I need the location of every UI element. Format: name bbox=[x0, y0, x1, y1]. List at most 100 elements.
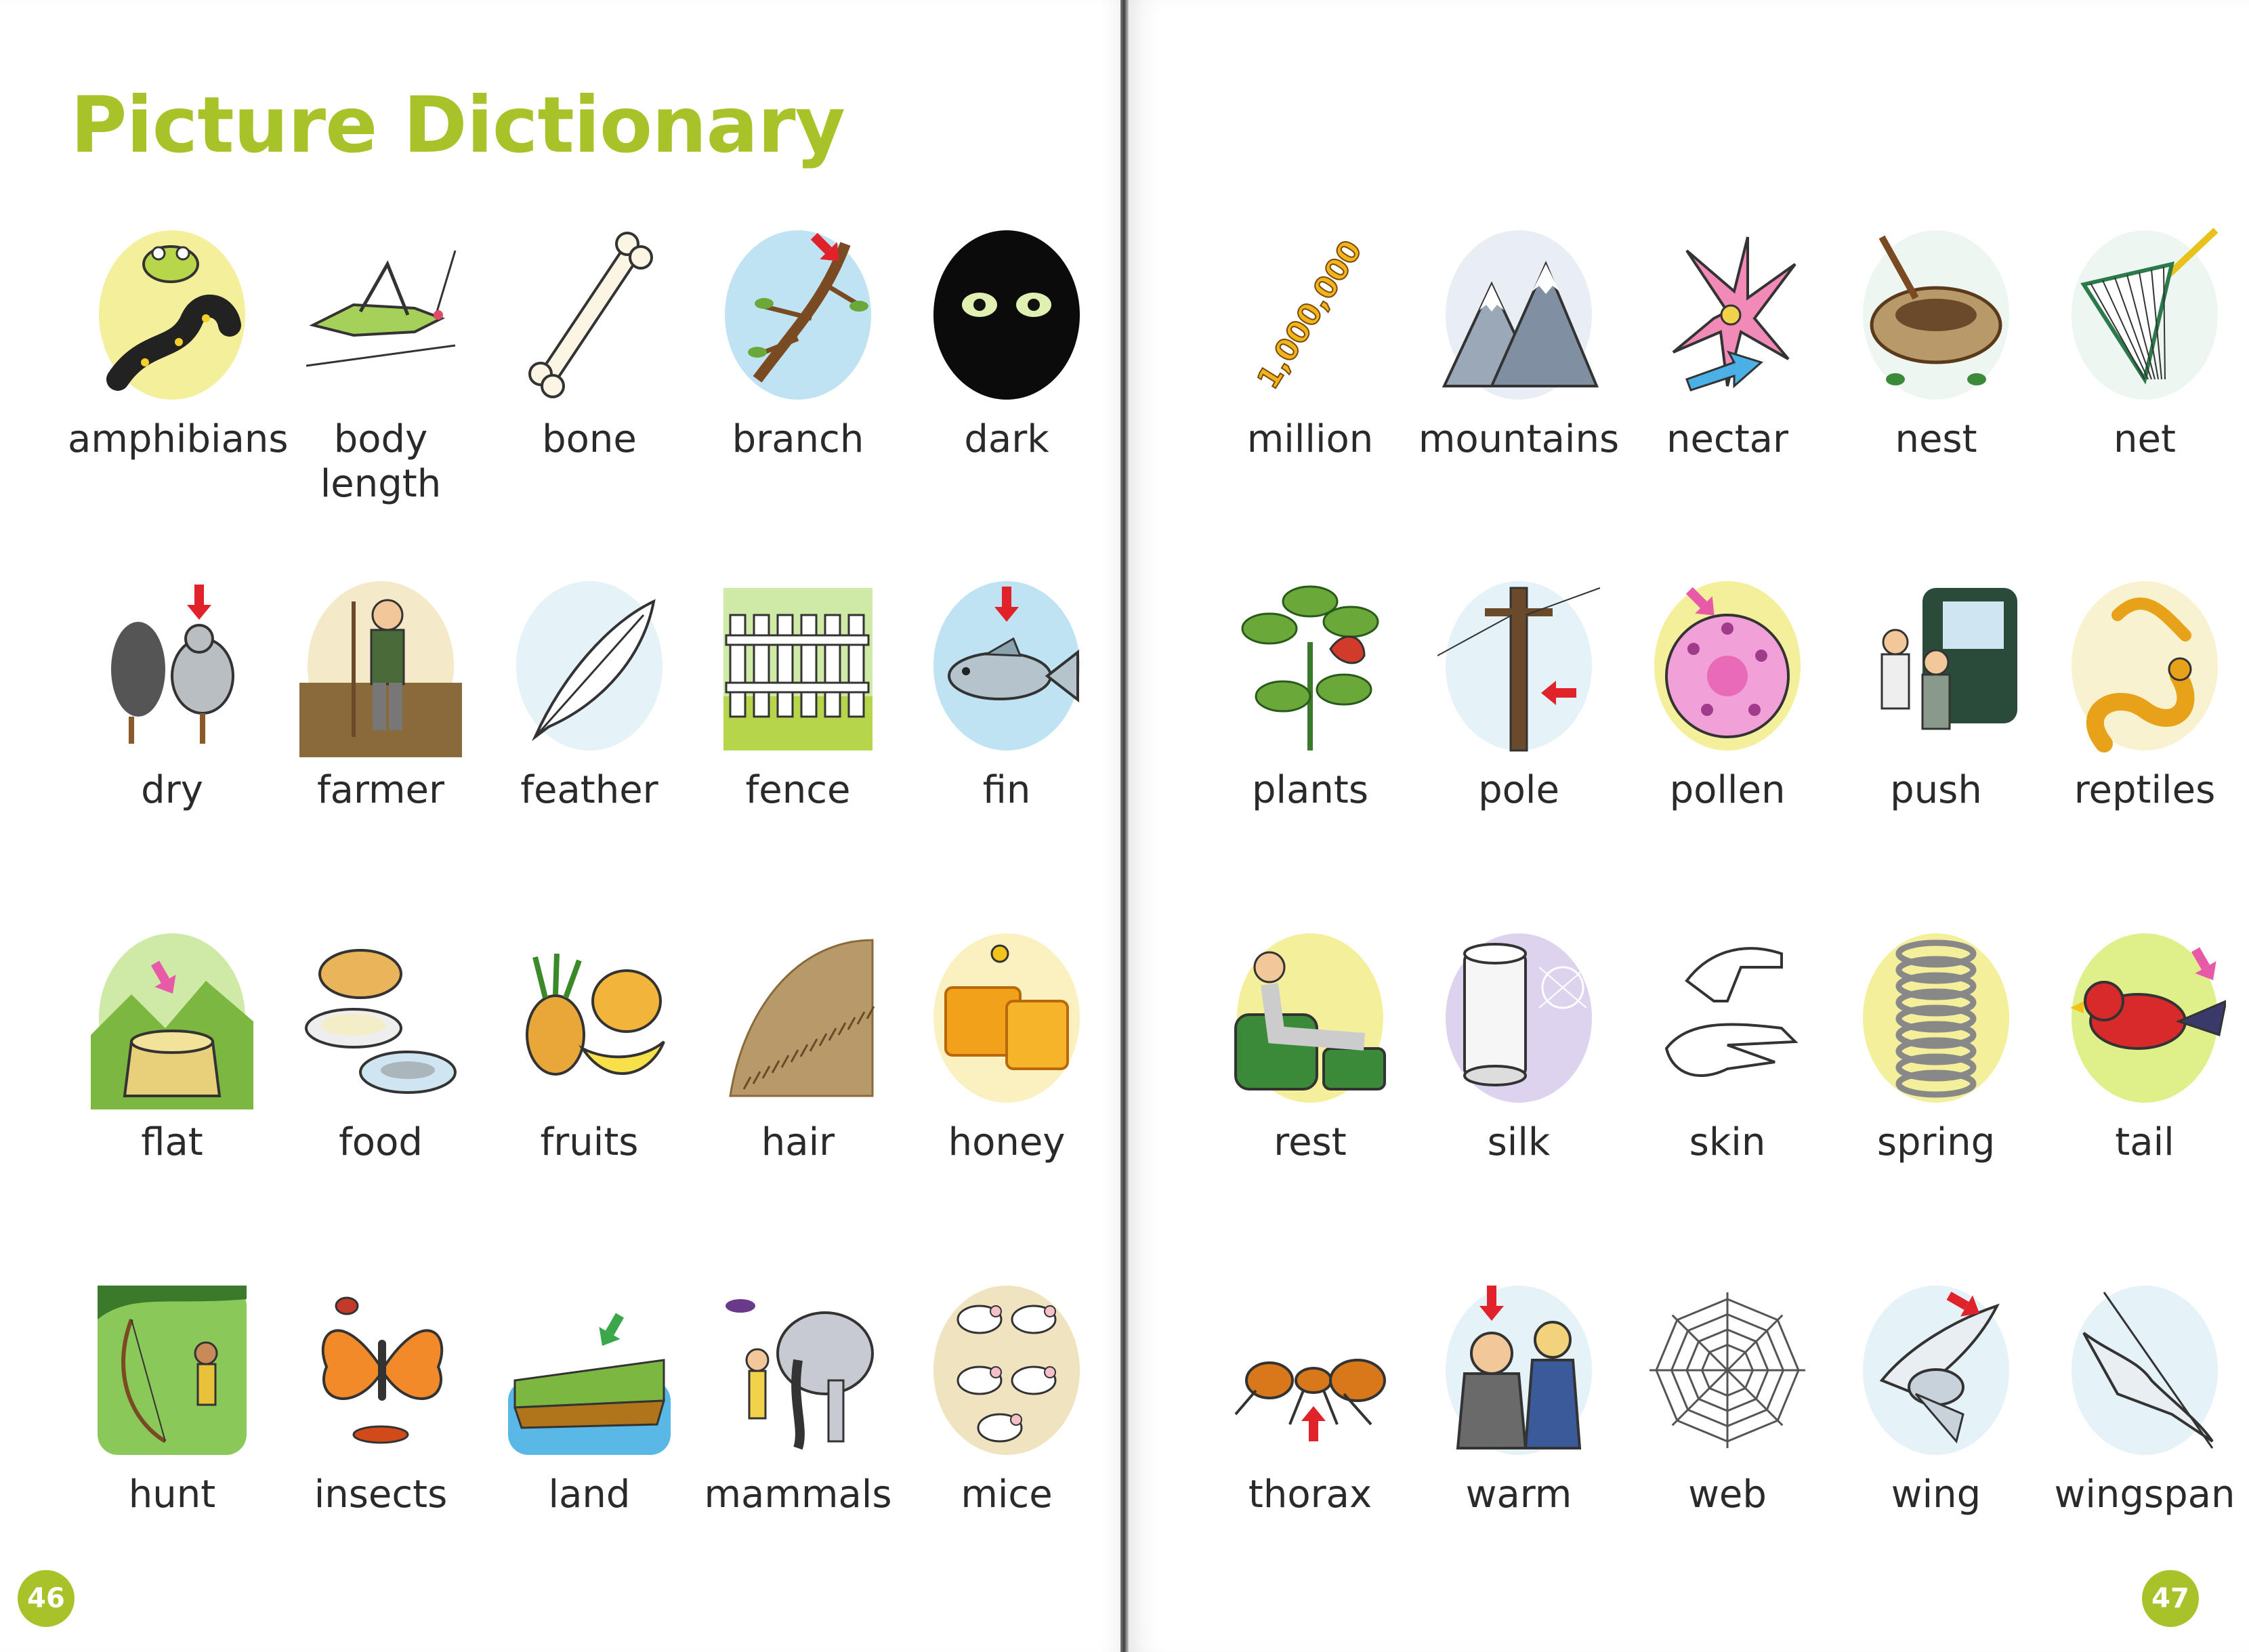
page-title: Picture Dictionary bbox=[70, 80, 845, 170]
entry-word: warm bbox=[1465, 1473, 1572, 1517]
branch-icon bbox=[717, 224, 879, 406]
entry-word: reptiles bbox=[2074, 768, 2216, 812]
entry-word: fence bbox=[745, 768, 851, 812]
entry-word: branch bbox=[732, 417, 864, 461]
plants-icon bbox=[1229, 574, 1391, 757]
spider-web-icon bbox=[1646, 1279, 1809, 1462]
entry-word: amphibians bbox=[68, 417, 289, 461]
entry-word: fruits bbox=[540, 1120, 639, 1164]
dictionary-entry: hunt bbox=[68, 1279, 276, 1597]
dictionary-entry: farmer bbox=[276, 574, 485, 893]
dictionary-entry: skin bbox=[1623, 927, 1832, 1245]
entry-word: body length bbox=[320, 417, 442, 506]
push-car-icon bbox=[1855, 574, 2017, 757]
hands-skin-icon bbox=[1646, 927, 1809, 1109]
right-page: 1,000,000 million mountains nectar nest net pl… bbox=[1124, 0, 2249, 1652]
dictionary-entry: dark bbox=[902, 224, 1111, 542]
silk-spool-icon bbox=[1437, 927, 1600, 1109]
entry-word: honey bbox=[948, 1120, 1066, 1164]
left-page: Picture Dictionary amphibians body length… bbox=[0, 0, 1124, 1652]
fish-fin-icon bbox=[925, 574, 1088, 757]
dictionary-entry: tail bbox=[2040, 927, 2249, 1245]
wet-and-dry-bird-icon bbox=[91, 574, 253, 757]
dictionary-entry: reptiles bbox=[2040, 574, 2249, 893]
entry-word: dark bbox=[964, 417, 1049, 461]
insects-icon bbox=[299, 1279, 462, 1462]
entry-word: pole bbox=[1478, 768, 1559, 812]
net-icon bbox=[2063, 224, 2226, 406]
entry-word: silk bbox=[1487, 1120, 1551, 1164]
honeycomb-icon bbox=[925, 927, 1088, 1109]
entry-word: bone bbox=[542, 417, 637, 461]
food-plates-icon bbox=[299, 927, 462, 1109]
dictionary-entry: pole bbox=[1414, 574, 1623, 893]
spring-coil-icon bbox=[1855, 927, 2017, 1109]
entry-word: nest bbox=[1895, 417, 1977, 461]
entry-word: web bbox=[1688, 1473, 1767, 1517]
dictionary-entry: feather bbox=[485, 574, 694, 893]
dictionary-entry: mountains bbox=[1414, 224, 1623, 542]
dictionary-entry: mammals bbox=[694, 1279, 902, 1597]
entry-word: insects bbox=[314, 1473, 448, 1517]
dictionary-entry: silk bbox=[1414, 927, 1623, 1245]
hunter-icon bbox=[91, 1279, 253, 1462]
entry-word: million bbox=[1246, 417, 1374, 461]
entry-word: mice bbox=[961, 1473, 1053, 1517]
amphibians-icon bbox=[91, 224, 253, 406]
entry-word: farmer bbox=[316, 768, 445, 812]
page-number-right: 47 bbox=[2142, 1570, 2199, 1627]
dictionary-entry: web bbox=[1623, 1279, 1832, 1597]
dictionary-entry: bone bbox=[485, 224, 694, 542]
dictionary-entry: thorax bbox=[1206, 1279, 1414, 1597]
million-number-text: 1,000,000 bbox=[1250, 234, 1369, 395]
dictionary-entry: branch bbox=[694, 224, 902, 542]
grasshopper-icon bbox=[299, 224, 462, 406]
fruits-icon bbox=[508, 927, 671, 1109]
pole-icon bbox=[1437, 574, 1600, 757]
dictionary-entry: dry bbox=[68, 574, 276, 893]
eyes-in-dark-icon bbox=[925, 224, 1088, 406]
dictionary-entry: fence bbox=[694, 574, 902, 893]
resting-woman-icon bbox=[1229, 927, 1391, 1109]
mammals-icon bbox=[717, 1279, 879, 1462]
ant-thorax-icon bbox=[1229, 1279, 1391, 1462]
mountains-icon bbox=[1437, 224, 1600, 406]
dictionary-entry: plants bbox=[1206, 574, 1414, 893]
hair-icon bbox=[717, 927, 879, 1109]
mice-icon bbox=[925, 1279, 1088, 1462]
bird-wingspan-icon bbox=[2063, 1279, 2226, 1462]
entry-word: net bbox=[2114, 417, 2176, 461]
entry-word: wingspan bbox=[2054, 1473, 2235, 1517]
dictionary-entry: insects bbox=[276, 1279, 485, 1597]
feather-icon bbox=[508, 574, 671, 757]
entry-word: spring bbox=[1876, 1120, 1996, 1164]
entry-word: mammals bbox=[704, 1473, 892, 1517]
warm-clothes-icon bbox=[1437, 1279, 1600, 1462]
flower-nectar-icon bbox=[1646, 224, 1809, 406]
dictionary-entry: rest bbox=[1206, 927, 1414, 1245]
farmer-icon bbox=[299, 574, 462, 757]
dictionary-entry: nectar bbox=[1623, 224, 1832, 542]
entry-word: pollen bbox=[1669, 768, 1786, 812]
entry-word: rest bbox=[1274, 1120, 1347, 1164]
entry-word: mountains bbox=[1418, 417, 1620, 461]
dictionary-entry: net bbox=[2040, 224, 2249, 542]
book-spread: Picture Dictionary amphibians body length… bbox=[0, 0, 2249, 1652]
dictionary-entry: warm bbox=[1414, 1279, 1623, 1597]
bird-tail-icon bbox=[2063, 927, 2226, 1109]
entry-word: food bbox=[339, 1120, 423, 1164]
dictionary-entry: spring bbox=[1832, 927, 2040, 1245]
entry-word: nectar bbox=[1666, 417, 1789, 461]
dictionary-entry: mice bbox=[902, 1279, 1111, 1597]
entry-word: skin bbox=[1689, 1120, 1766, 1164]
tree-stump-icon bbox=[91, 927, 253, 1109]
dictionary-entry: flat bbox=[68, 927, 276, 1245]
entry-word: plants bbox=[1251, 768, 1369, 812]
entry-word: land bbox=[548, 1473, 631, 1517]
pollen-flower-icon bbox=[1646, 574, 1809, 757]
dictionary-entry: fruits bbox=[485, 927, 694, 1245]
entry-word: feather bbox=[520, 768, 658, 812]
entry-word: tail bbox=[2115, 1120, 2174, 1164]
entry-word: push bbox=[1890, 768, 1982, 812]
fence-icon bbox=[717, 574, 879, 757]
